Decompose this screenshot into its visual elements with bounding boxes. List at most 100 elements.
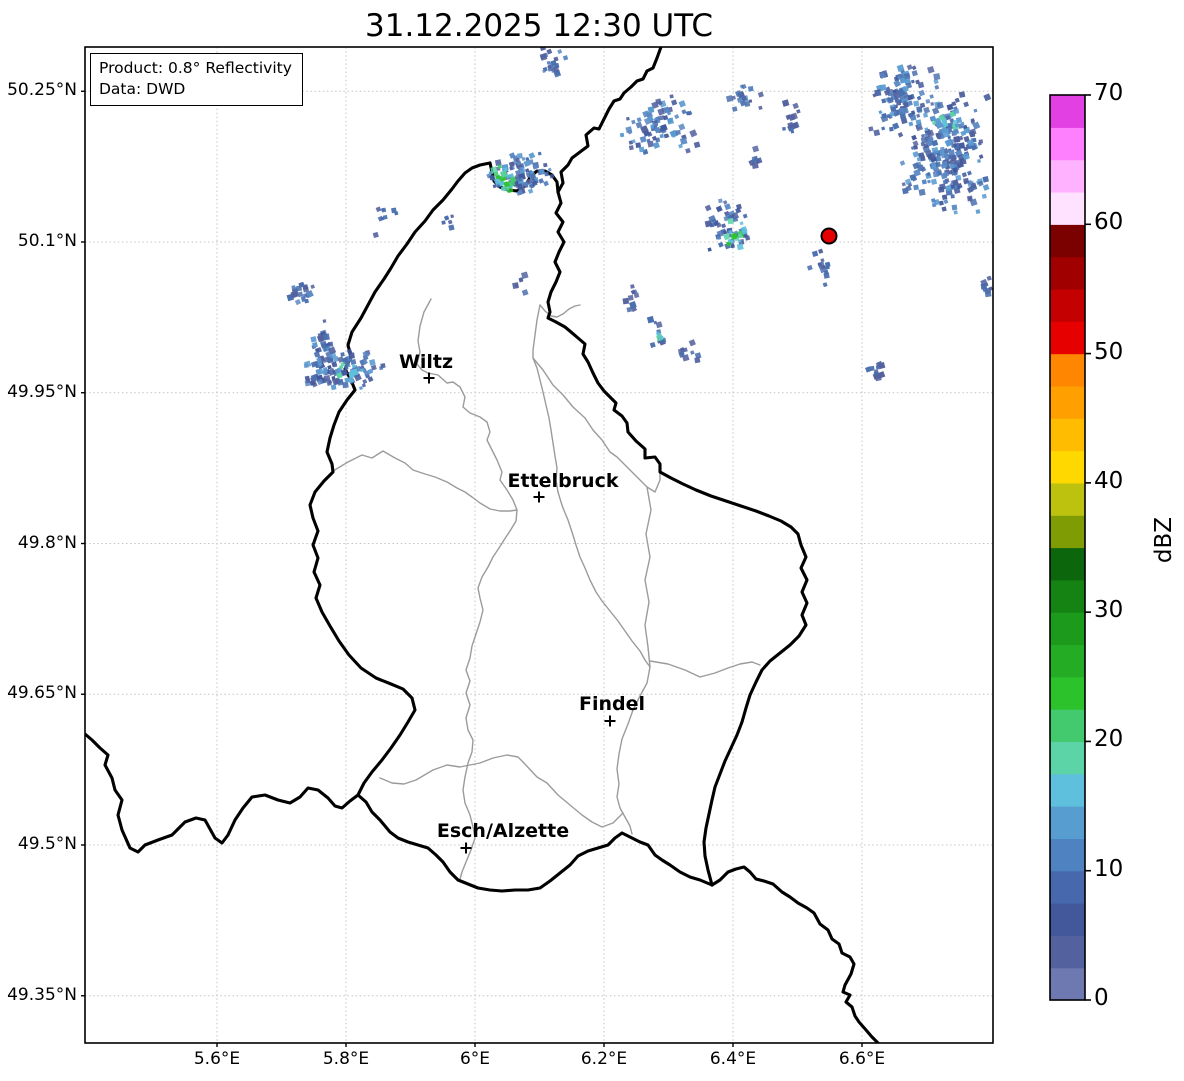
radar-echo-bin: [963, 102, 969, 108]
radar-echo-bin: [539, 169, 545, 175]
radar-echo-bin: [639, 147, 645, 153]
y-axis-tick-label: 49.35°N: [0, 985, 77, 1007]
colorbar-segment: [1050, 515, 1085, 548]
radar-echo-bin: [967, 196, 973, 202]
radar-echo-bin: [538, 152, 542, 156]
radar-echo-bin: [916, 114, 920, 118]
city-label: Ettelbruck: [508, 470, 619, 492]
radar-echo-bin: [628, 295, 634, 301]
radar-echo-bin: [903, 86, 909, 92]
radar-echo-bin: [823, 282, 828, 287]
colorbar-segment: [1050, 321, 1085, 354]
radar-echo-bin: [931, 179, 937, 185]
y-axis-tick-label: 49.5°N: [0, 834, 77, 856]
radar-echo-bin: [925, 99, 930, 104]
radar-echo-bin: [898, 132, 904, 138]
colorbar-segment: [1050, 95, 1085, 128]
radar-echo-bin: [546, 49, 552, 55]
district-border-ettelbruck: [533, 358, 650, 667]
radar-echo-bin: [929, 94, 933, 98]
radar-echo-bin: [323, 333, 330, 340]
colorbar-tick-label: 0: [1094, 985, 1109, 1011]
radar-echo-bin: [522, 289, 529, 296]
radar-echo-bin: [563, 55, 568, 60]
graticule-gridlines: [85, 47, 993, 1043]
radar-echo-bin: [878, 110, 882, 114]
radar-echo-bin: [496, 176, 499, 179]
radar-echo-bin: [924, 127, 928, 131]
radar-echo-bin: [705, 205, 712, 212]
country-border-luxembourg-south: [358, 795, 712, 891]
colorbar-segment: [1050, 127, 1085, 160]
radar-echo-bin: [927, 66, 935, 74]
radar-echo-bin: [630, 284, 635, 288]
city-label: Wiltz: [399, 351, 453, 373]
radar-echo-bin: [782, 127, 786, 131]
colorbar-segment: [1050, 418, 1085, 451]
colorbar-segment: [1050, 289, 1085, 322]
radar-echo-bin: [648, 106, 655, 113]
radar-echo-bin: [441, 220, 445, 224]
radar-echo-bin: [948, 149, 954, 155]
radar-echo-bin: [631, 120, 636, 125]
colorbar-segment: [1050, 806, 1085, 839]
radar-echo-bin: [912, 70, 918, 76]
radar-echo-bin: [923, 113, 928, 118]
country-border-luxembourg-west: [310, 163, 490, 795]
colorbar-segment: [1050, 160, 1085, 193]
radar-echo-bin: [310, 284, 315, 289]
radar-echo-bin: [721, 223, 726, 228]
district-border-north: [333, 451, 517, 511]
colorbar-segment: [1050, 774, 1085, 807]
radar-echo-bin: [900, 160, 906, 166]
radar-echo-bin: [724, 203, 731, 210]
radar-echo-bin: [519, 167, 525, 173]
radar-echo-bin: [376, 206, 382, 212]
radar-echo-bin: [954, 210, 958, 214]
radar-echo-bin: [515, 158, 519, 162]
radar-echo-bin: [933, 171, 939, 177]
colorbar-tick-label: 10: [1094, 856, 1123, 882]
radar-echo-bin: [913, 140, 919, 146]
radar-echo-bin: [792, 103, 799, 110]
radar-echo-bin: [943, 199, 948, 204]
x-axis-tick-label: 6°E: [430, 1049, 520, 1069]
radar-echo-bin: [911, 135, 917, 141]
radar-echo-bin: [304, 299, 309, 304]
radar-echo-bin: [718, 242, 724, 248]
radar-echo-bin: [912, 65, 917, 70]
radar-echo-bin: [359, 386, 363, 390]
district-border-south: [380, 755, 623, 827]
radar-echo-bin: [626, 307, 632, 313]
radar-echo-bin: [917, 96, 922, 101]
radar-echo-bin: [671, 99, 677, 105]
colorbar-segment: [1050, 386, 1085, 419]
radar-echo-bin: [748, 86, 754, 92]
x-axis-tick-label: 5.6°E: [172, 1049, 262, 1069]
border-layer: [333, 299, 760, 879]
radar-echo-bin: [941, 206, 946, 211]
district-border-arc: [540, 305, 580, 317]
city-marker-layer: [424, 373, 616, 854]
radar-echo-bin: [378, 216, 384, 222]
colorbar-segment: [1050, 935, 1085, 968]
y-axis-tick-label: 50.25°N: [0, 80, 77, 102]
radar-echo-bin: [807, 265, 813, 271]
radar-echo-bin: [931, 163, 937, 169]
radar-echo-bin: [952, 205, 958, 211]
radar-echo-bin: [818, 249, 823, 254]
colorbar-segment: [1050, 677, 1085, 710]
radar-echo-bin: [985, 290, 992, 297]
radar-echo-bin: [918, 90, 925, 97]
colorbar-segment: [1050, 257, 1085, 290]
radar-echo-bin: [967, 171, 972, 176]
radar-map-canvas: [0, 0, 1184, 1081]
radar-echo-bin: [881, 98, 886, 103]
radar-echo-bin: [340, 352, 344, 356]
radar-echo-bin: [637, 117, 642, 122]
radar-echo-bin: [743, 214, 748, 219]
radar-echo-bin: [881, 126, 885, 130]
radar-echo-bin: [951, 185, 955, 189]
radar-echo-bin: [331, 384, 337, 390]
city-label: Findel: [579, 693, 645, 715]
